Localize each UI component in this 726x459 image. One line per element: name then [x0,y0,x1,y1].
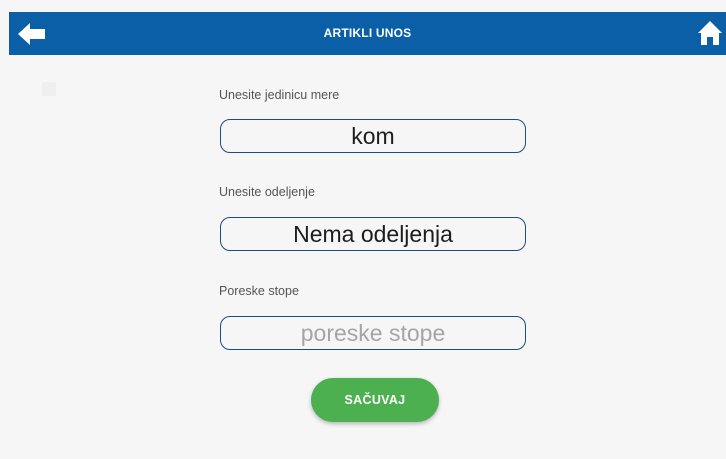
page-title: ARTIKLI UNOS [323,26,412,40]
top-app-bar: ARTIKLI UNOS [9,12,726,55]
department-input[interactable]: Nema odeljenja [220,217,526,251]
decorative-square [42,82,56,96]
unit-label: Unesite jedinicu mere [219,88,340,102]
home-icon [698,21,722,45]
tax-rates-label: Poreske stope [219,284,299,298]
tax-rates-input[interactable]: poreske stope [220,316,526,350]
home-button[interactable] [696,18,724,48]
unit-input[interactable]: kom [220,119,526,153]
app-screen: ARTIKLI UNOS Unesite jedinicu mere kom U… [9,12,726,459]
save-button[interactable]: SAČUVAJ [311,378,439,422]
department-label: Unesite odeljenje [219,185,315,199]
